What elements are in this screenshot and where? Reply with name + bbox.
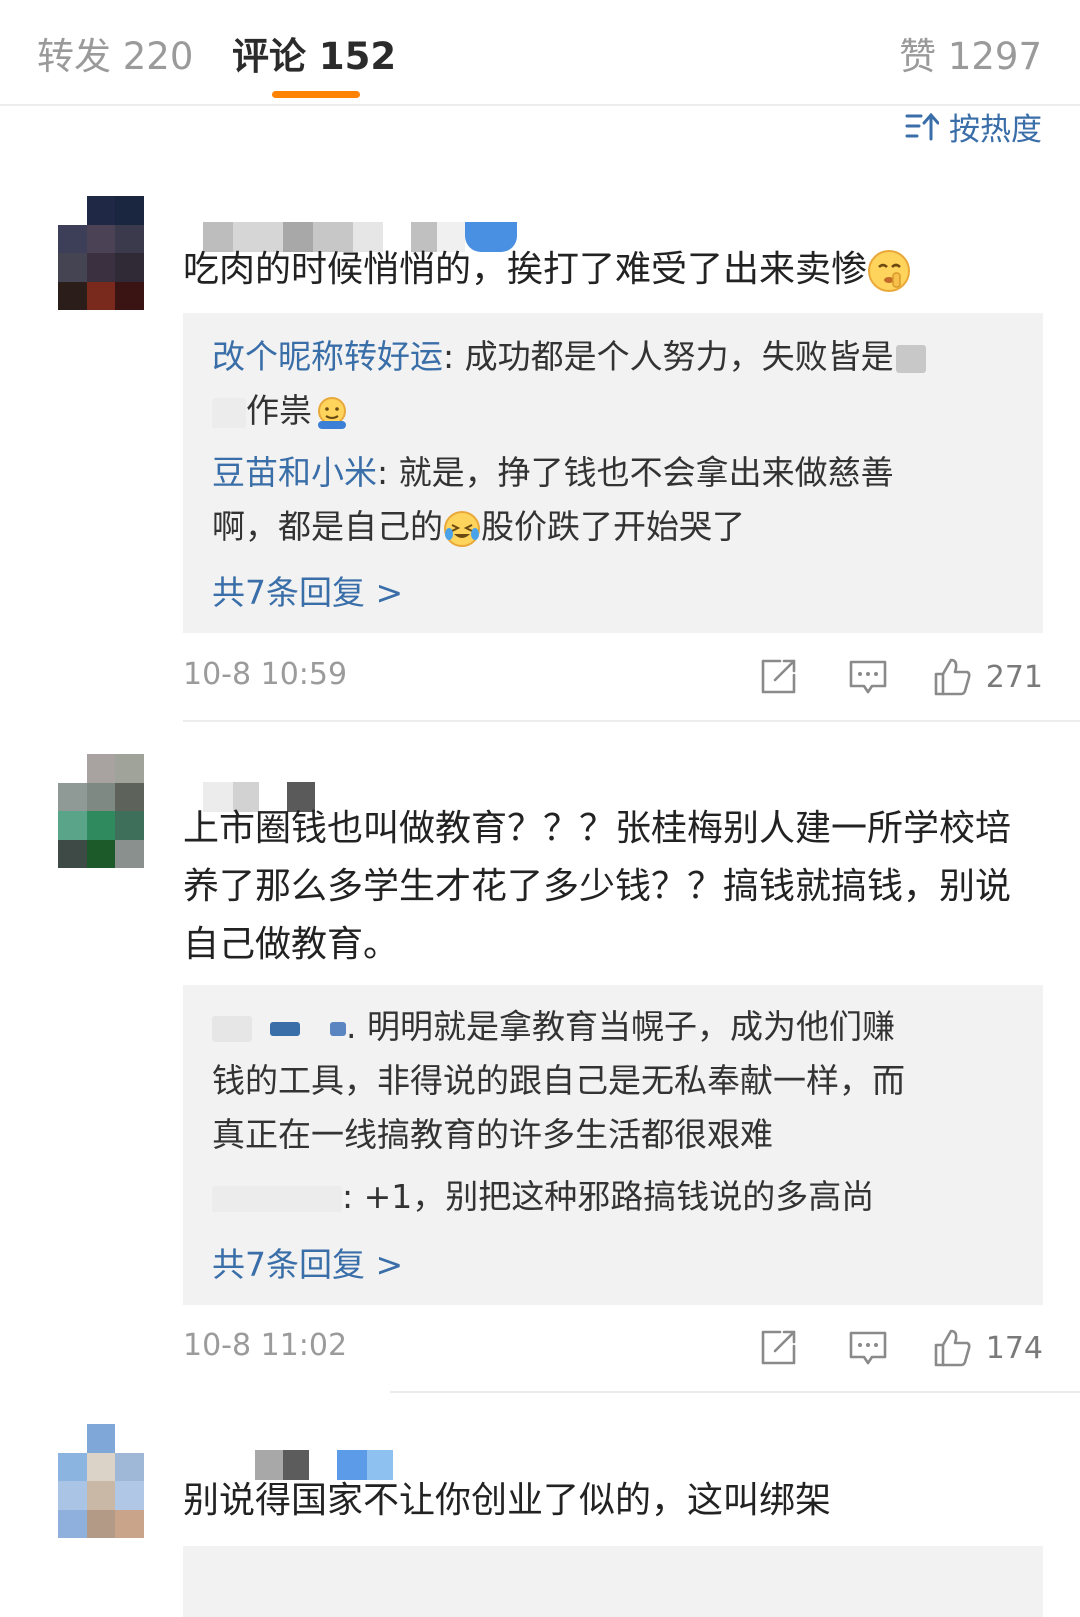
- reply-item: 豆苗和小米: 就是，挣了钱也不会拿出来做慈善 啊，都是自己的 股价跌了开始哭了: [212, 453, 894, 547]
- reply-comment-icon[interactable]: [848, 658, 888, 696]
- shush-face-icon: [868, 250, 911, 292]
- avatar[interactable]: [58, 1424, 144, 1538]
- redacted-username[interactable]: [330, 1021, 346, 1036]
- redacted-username[interactable]: [212, 1185, 342, 1212]
- thumbs-up-icon: [934, 658, 971, 696]
- comment-actions: 271: [758, 657, 1043, 697]
- tab-likes[interactable]: 赞 1297: [899, 26, 1042, 80]
- sort-label: 按热度: [949, 112, 1042, 148]
- comment-text: 吃肉的时候悄悄的，挨打了难受了出来卖惨: [183, 241, 1043, 299]
- thumbs-up-icon: [934, 1329, 971, 1367]
- tab-bar: 转发 220 评论 152 赞 1297: [0, 0, 1080, 106]
- share-icon[interactable]: [758, 657, 798, 697]
- like-button[interactable]: 174: [932, 1328, 1043, 1368]
- like-count: 174: [985, 1330, 1043, 1366]
- divider: [183, 720, 1080, 722]
- reply-box[interactable]: . 明明就是拿教育当幌子，成为他们赚 钱的工具，非得说的跟自己是无私奉献一样，而…: [183, 985, 1043, 1305]
- redacted-username[interactable]: [270, 1021, 300, 1036]
- comment-text: 上市圈钱也叫做教育？？？张桂梅别人建一所学校培养了那么多学生才花了多少钱？？搞钱…: [183, 808, 1012, 965]
- like-button[interactable]: 271: [932, 657, 1043, 697]
- reply-box[interactable]: [183, 1546, 1043, 1617]
- avatar[interactable]: [58, 196, 144, 310]
- tab-comments[interactable]: 评论 152: [232, 26, 396, 80]
- sort-by-hot-button[interactable]: 按热度: [905, 104, 1042, 149]
- tab-repost[interactable]: 转发 220: [37, 26, 193, 80]
- redacted-text: [212, 397, 246, 428]
- redacted-username[interactable]: [212, 1015, 252, 1042]
- reply-item: 改个昵称转好运: 成功都是个人努力，失败皆是 作祟: [212, 330, 1012, 438]
- reply-username[interactable]: 改个昵称转好运: [212, 337, 443, 376]
- view-more-replies-link[interactable]: 共7条回复 >: [212, 1238, 403, 1286]
- redacted-text: [895, 344, 926, 373]
- sort-icon: [905, 112, 939, 140]
- comment-time: 10-8 11:02: [183, 1328, 348, 1363]
- reply-comment-icon[interactable]: [848, 1329, 888, 1367]
- active-tab-indicator: [272, 91, 360, 98]
- reply-username[interactable]: 豆苗和小米: [212, 453, 377, 492]
- comment-actions: 174: [758, 1328, 1043, 1368]
- comment-text: 别说得国家不让你创业了似的，这叫绑架: [183, 1480, 832, 1521]
- comment-time: 10-8 10:59: [183, 657, 348, 692]
- reply-box[interactable]: 改个昵称转好运: 成功都是个人努力，失败皆是 作祟 豆苗和小米: 就是，挣了钱也…: [183, 313, 1043, 633]
- reply-item: . 明明就是拿教育当幌子，成为他们赚 钱的工具，非得说的跟自己是无私奉献一样，而…: [212, 1007, 905, 1154]
- view-more-replies-link[interactable]: 共7条回复 >: [212, 566, 403, 614]
- share-icon[interactable]: [758, 1328, 798, 1368]
- reply-item: : +1，别把这种邪路搞钱说的多高尚: [212, 1170, 1012, 1224]
- shrug-face-icon: [318, 396, 346, 429]
- comment-meta: 10-8 10:59 271: [183, 657, 1043, 701]
- comment-meta: 10-8 11:02 174: [183, 1328, 1043, 1372]
- like-count: 271: [985, 659, 1043, 695]
- divider: [390, 1391, 1080, 1393]
- avatar[interactable]: [58, 754, 144, 868]
- crying-laughing-face-icon: [444, 510, 480, 547]
